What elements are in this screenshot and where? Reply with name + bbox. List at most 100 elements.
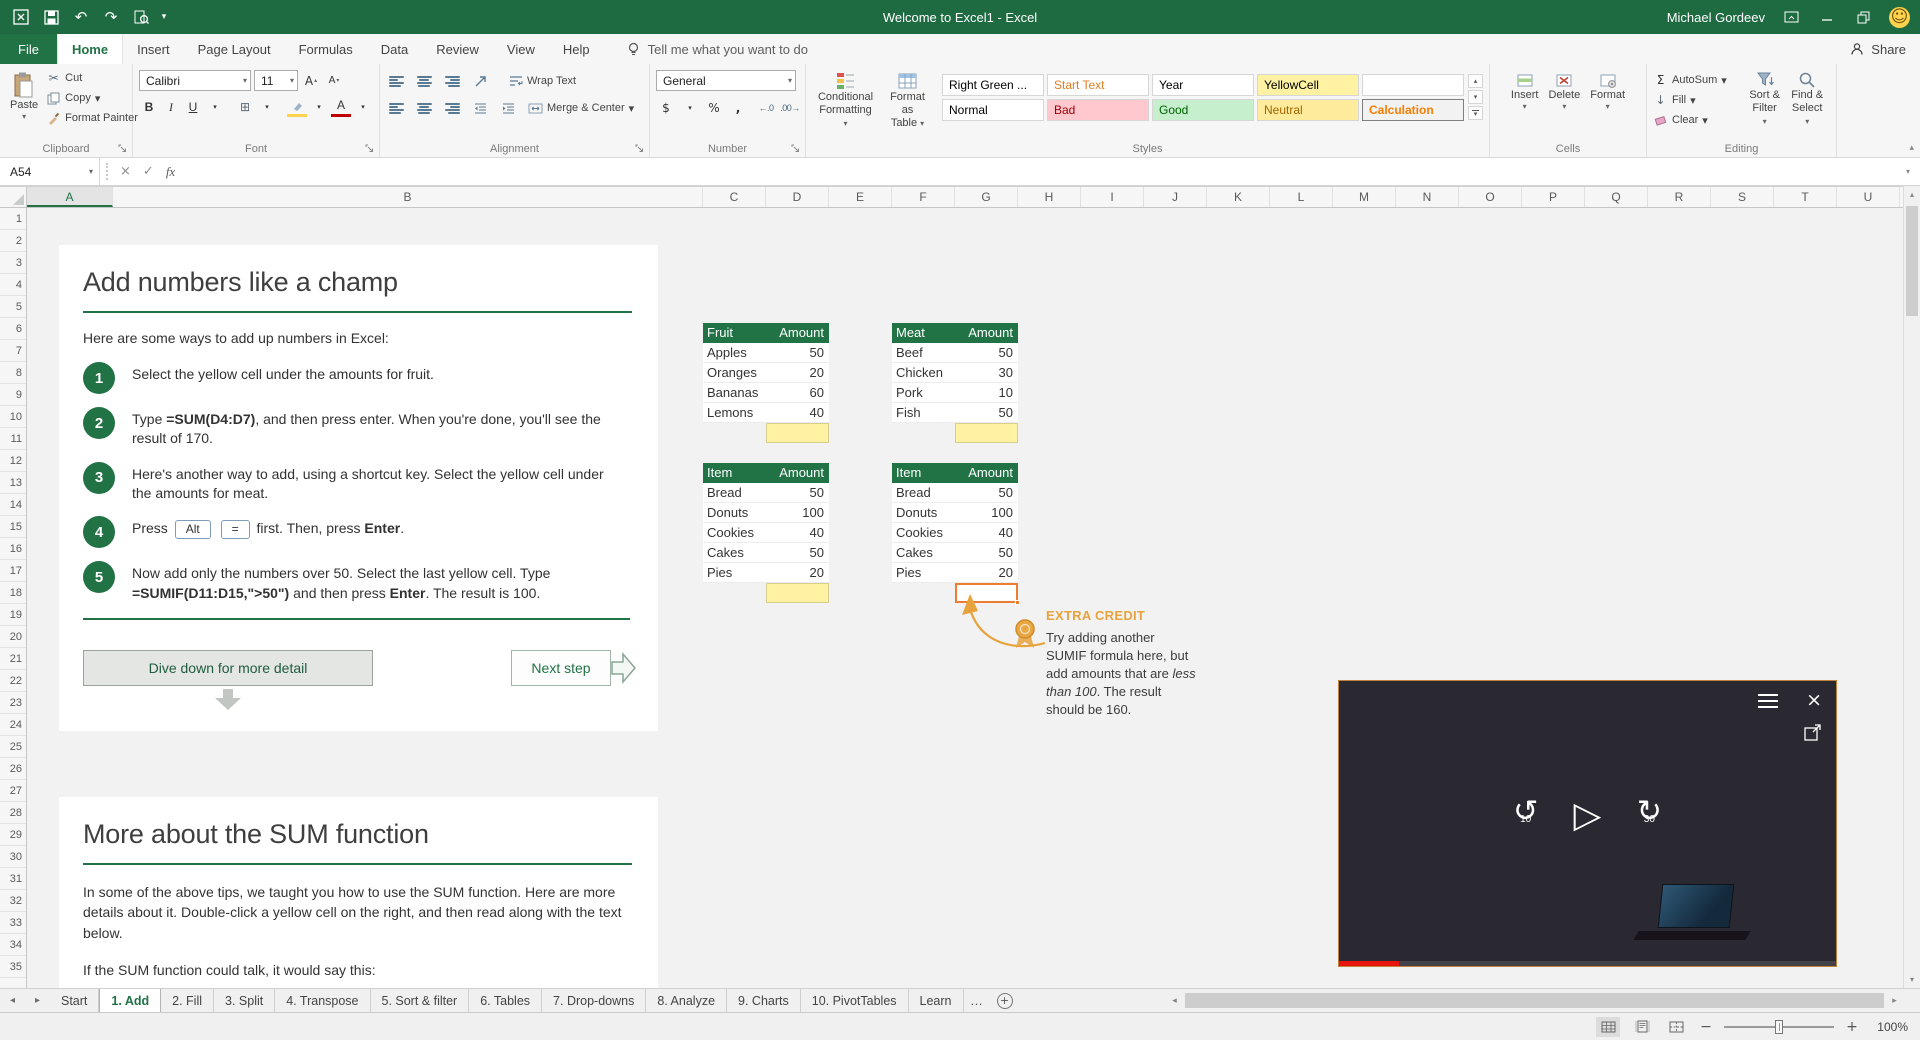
tab-data[interactable]: Data [367, 34, 422, 64]
table-row[interactable]: Cakes 50 [703, 543, 829, 563]
amount-cell[interactable]: 50 [999, 483, 1013, 502]
worksheet[interactable]: Add numbers like a champ Here are some w… [27, 208, 1903, 988]
row-header-10[interactable]: 10 [0, 406, 26, 428]
row-header-18[interactable]: 18 [0, 582, 26, 604]
column-header-G[interactable]: G [955, 187, 1018, 207]
sheet-tab-learn[interactable]: Learn [909, 989, 964, 1012]
tab-review[interactable]: Review [422, 34, 493, 64]
sheet-tab-3-split[interactable]: 3. Split [214, 989, 276, 1012]
tab-page-layout[interactable]: Page Layout [184, 34, 285, 64]
row-header-5[interactable]: 5 [0, 296, 26, 318]
horizontal-scrollbar-thumb[interactable] [1185, 993, 1884, 1008]
scroll-down-icon[interactable]: ▾ [1904, 971, 1920, 988]
video-rewind-10-button[interactable]: ↺ 10 [1508, 797, 1544, 835]
yellow-answer-cell[interactable] [955, 423, 1018, 443]
customize-quick-access-icon[interactable]: ▾ [156, 3, 172, 31]
video-forward-30-button[interactable]: ↻ 30 [1631, 797, 1667, 835]
column-header-C[interactable]: C [703, 187, 766, 207]
tell-me-box[interactable]: Tell me what you want to do [626, 34, 808, 64]
collapse-ribbon-icon[interactable]: ▴ [1909, 143, 1914, 153]
font-size-combobox[interactable]: 11 ▾ [254, 70, 298, 91]
row-header-34[interactable]: 34 [0, 934, 26, 956]
copy-button[interactable]: Copy ▾ [46, 88, 138, 108]
video-close-icon[interactable]: × [1806, 691, 1822, 710]
normal-view-button[interactable] [1596, 1016, 1620, 1037]
sheet-tabs-overflow[interactable]: … [964, 989, 990, 1012]
item-name-cell[interactable]: Beef [896, 343, 923, 362]
formula-input[interactable] [187, 158, 1896, 185]
row-header-24[interactable]: 24 [0, 714, 26, 736]
column-header-A[interactable]: A [27, 187, 113, 207]
number-format-combobox[interactable]: General ▾ [656, 70, 796, 91]
column-header-B[interactable]: B [113, 187, 703, 207]
item-name-cell[interactable]: Lemons [707, 403, 753, 422]
tab-file[interactable]: File [0, 34, 57, 64]
user-name[interactable]: Michael Gordeev [1667, 10, 1765, 25]
item-name-cell[interactable]: Donuts [707, 503, 748, 522]
column-header-T[interactable]: T [1774, 187, 1837, 207]
enter-check-icon[interactable]: ✓ [143, 164, 154, 179]
row-header-26[interactable]: 26 [0, 758, 26, 780]
yellow-answer-cell[interactable] [766, 583, 829, 603]
accounting-options-icon[interactable]: ▾ [680, 98, 700, 118]
row-header-8[interactable]: 8 [0, 362, 26, 384]
tab-formulas[interactable]: Formulas [285, 34, 367, 64]
undo-icon[interactable]: ↶ [66, 3, 96, 31]
sheet-tab-1-add[interactable]: 1. Add [99, 989, 162, 1012]
amount-cell[interactable]: 100 [802, 503, 824, 522]
tab-insert[interactable]: Insert [123, 34, 184, 64]
table-row[interactable]: Beef 50 [892, 343, 1018, 363]
item-name-cell[interactable]: Pies [707, 563, 732, 582]
row-header-2[interactable]: 2 [0, 230, 26, 252]
column-header-Q[interactable]: Q [1585, 187, 1648, 207]
cell-style-neutral[interactable]: Neutral [1257, 99, 1359, 121]
item-name-cell[interactable]: Fish [896, 403, 921, 422]
item-name-cell[interactable]: Cookies [707, 523, 754, 542]
merge-center-button[interactable]: Merge & Center ▾ [528, 98, 634, 118]
amount-cell[interactable]: 40 [810, 403, 824, 422]
next-step-button[interactable]: Next step [511, 650, 611, 686]
format-cells-button[interactable]: Format ▾ [1586, 68, 1629, 141]
sheet-nav-left-icon[interactable]: ◂ [0, 989, 25, 1012]
restore-icon[interactable] [1853, 7, 1873, 27]
decrease-decimal-button[interactable]: .00→ [780, 98, 800, 118]
sheet-tab-8-analyze[interactable]: 8. Analyze [646, 989, 728, 1012]
cell-style-yellowcell[interactable]: YellowCell [1257, 74, 1359, 96]
borders-options-icon[interactable]: ▾ [257, 97, 277, 117]
new-sheet-button[interactable]: + [990, 989, 1020, 1012]
video-popout-icon[interactable] [1804, 723, 1822, 746]
horizontal-scrollbar[interactable]: ◂ ▸ [1166, 989, 1903, 1012]
table-row[interactable]: Apples 50 [703, 343, 829, 363]
cell-style-normal[interactable]: Normal [942, 99, 1044, 121]
minimize-icon[interactable] [1817, 7, 1837, 27]
column-header-N[interactable]: N [1396, 187, 1459, 207]
bottom-align-button[interactable] [442, 71, 462, 91]
row-header-4[interactable]: 4 [0, 274, 26, 296]
sheet-tab-2-fill[interactable]: 2. Fill [161, 989, 215, 1012]
row-header-33[interactable]: 33 [0, 912, 26, 934]
column-header-M[interactable]: M [1333, 187, 1396, 207]
table-row[interactable]: Donuts 100 [892, 503, 1018, 523]
video-progress-track[interactable] [1339, 961, 1836, 966]
expand-formula-bar-icon[interactable]: ▾ [1896, 158, 1920, 185]
item-name-cell[interactable]: Cakes [707, 543, 744, 562]
item-name-cell[interactable]: Pork [896, 383, 923, 402]
autosum-button[interactable]: Σ AutoSum ▾ [1653, 70, 1745, 90]
format-as-table-button[interactable]: Format as Table ▾ [879, 68, 936, 134]
table-row[interactable]: Lemons 40 [703, 403, 829, 423]
font-color-options-icon[interactable]: ▾ [353, 97, 373, 117]
clear-button[interactable]: Clear ▾ [1653, 110, 1745, 130]
cell-style-good[interactable]: Good [1152, 99, 1254, 121]
amount-cell[interactable]: 50 [999, 343, 1013, 362]
ribbon-display-options-icon[interactable] [1781, 7, 1801, 27]
row-header-16[interactable]: 16 [0, 538, 26, 560]
row-header-9[interactable]: 9 [0, 384, 26, 406]
table-row[interactable]: Oranges 20 [703, 363, 829, 383]
format-painter-button[interactable]: Format Painter [46, 108, 138, 128]
increase-decimal-button[interactable]: ←.0 [756, 98, 776, 118]
column-header-K[interactable]: K [1207, 187, 1270, 207]
row-header-35[interactable]: 35 [0, 956, 26, 978]
sort-filter-button[interactable]: Sort & Filter ▾ [1745, 68, 1785, 141]
bold-button[interactable]: B [139, 97, 159, 117]
zoom-slider[interactable] [1724, 1019, 1834, 1034]
